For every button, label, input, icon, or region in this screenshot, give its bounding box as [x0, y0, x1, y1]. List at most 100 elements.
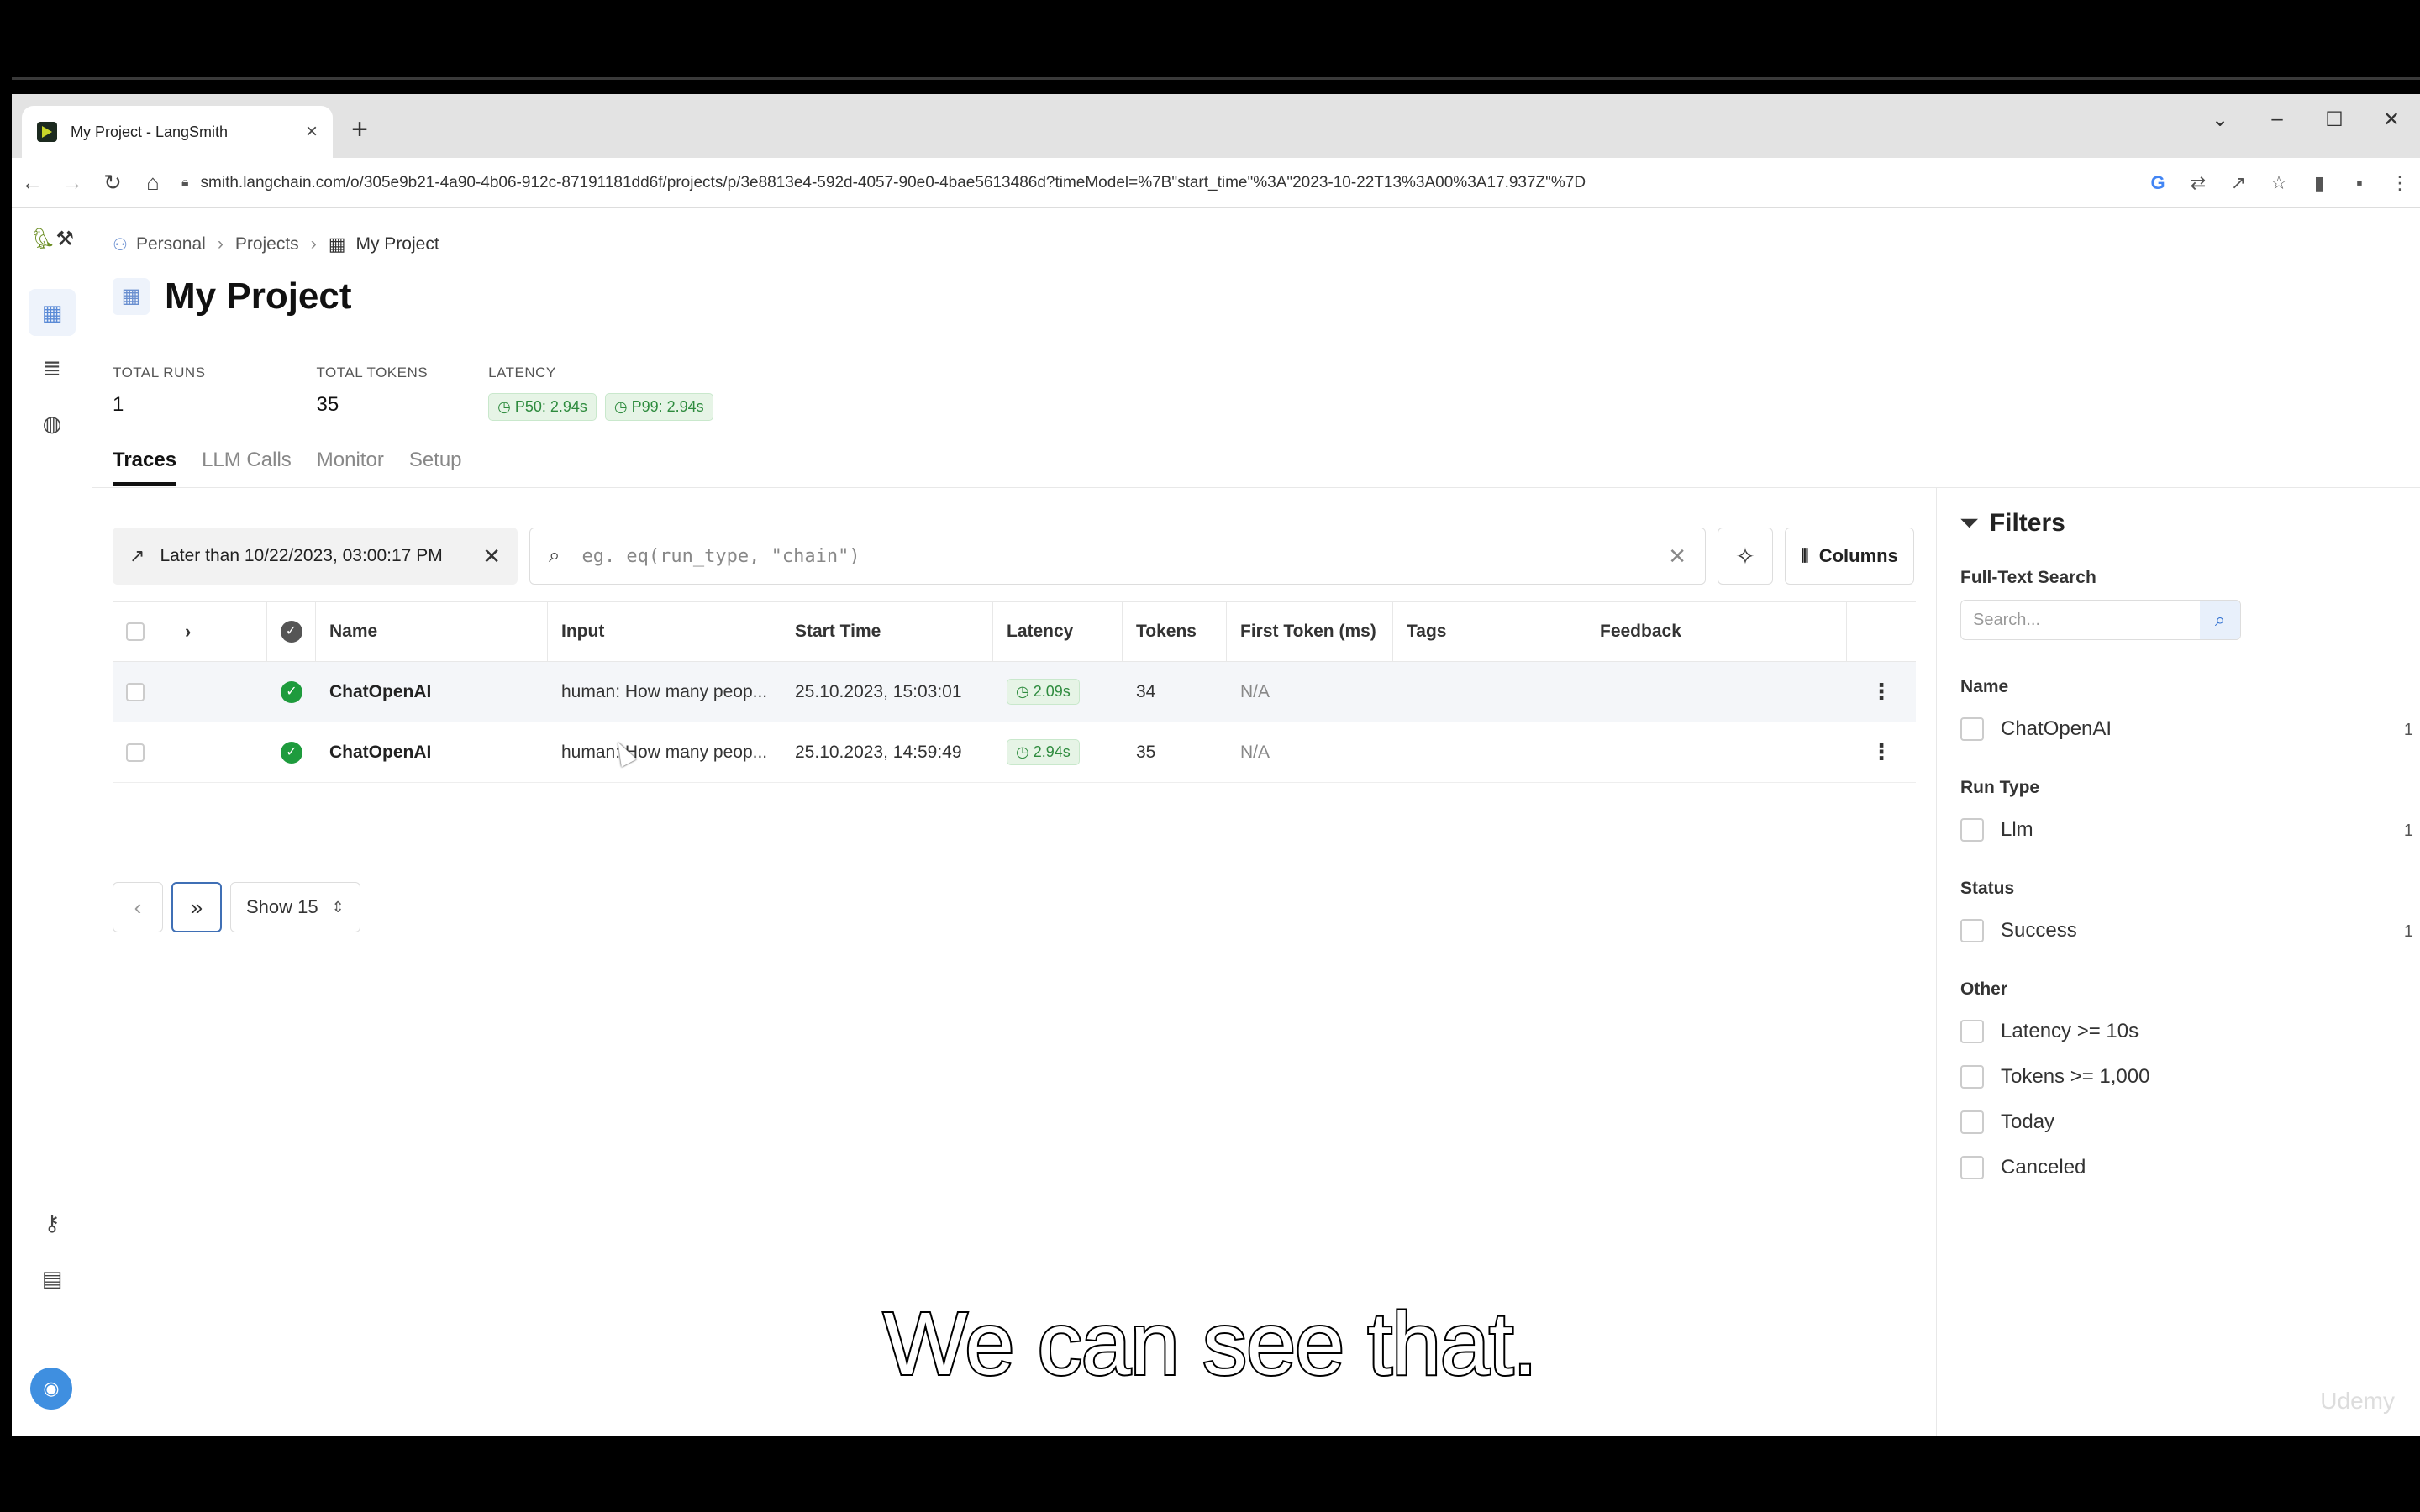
filter-query-input[interactable]: ⌕ eg. eq(run_type, "chain") ✕: [529, 528, 1706, 585]
traces-table: › ✓ Name Input Start Time Latency Tokens…: [113, 601, 1916, 783]
api-key-icon[interactable]: ⚷: [29, 1200, 76, 1247]
row-menu-icon[interactable]: ⋮: [1870, 739, 1892, 765]
new-tab-button[interactable]: +: [339, 109, 380, 150]
browser-tab[interactable]: My Project - LangSmith ×: [22, 106, 333, 158]
canceled-filter-checkbox[interactable]: [1960, 1156, 1984, 1179]
tokens-filter-checkbox[interactable]: [1960, 1065, 1984, 1089]
page-size-label: Show 15: [246, 896, 318, 917]
status-filter-checkbox[interactable]: [1960, 919, 1984, 942]
columns-button[interactable]: ⦀ Columns: [1785, 528, 1914, 585]
expand-chevron-icon[interactable]: ›: [185, 621, 191, 643]
browser-menu-icon[interactable]: ⋮: [2380, 172, 2420, 194]
tab-close-icon[interactable]: ×: [306, 120, 318, 144]
header-start-time[interactable]: Start Time: [781, 602, 993, 661]
forward-button[interactable]: →: [52, 170, 92, 196]
reload-button[interactable]: ↻: [92, 170, 133, 196]
header-first-token[interactable]: First Token (ms): [1227, 602, 1393, 661]
pagination: ‹ » Show 15 ⇕: [113, 882, 360, 932]
row-name[interactable]: ChatOpenAI: [316, 662, 548, 722]
tab-search-icon[interactable]: ⌄: [2191, 108, 2249, 132]
back-button[interactable]: ←: [12, 170, 52, 196]
name-filter-option-label: ChatOpenAI: [2001, 717, 2112, 740]
p99-badge: ◷ P99: 2.94s: [604, 393, 713, 421]
tab-setup[interactable]: Setup: [409, 449, 462, 486]
row-menu-icon[interactable]: ⋮: [1870, 679, 1892, 705]
tokens-filter-option[interactable]: Tokens >= 1,000: [1960, 1065, 2149, 1089]
projects-nav-icon[interactable]: ▦: [29, 289, 76, 336]
header-feedback[interactable]: Feedback: [1586, 602, 1847, 661]
breadcrumb-projects[interactable]: Projects: [235, 234, 299, 255]
row-latency: 2.94s: [1033, 743, 1071, 760]
header-tags[interactable]: Tags: [1393, 602, 1586, 661]
header-input[interactable]: Input: [548, 602, 781, 661]
header-name[interactable]: Name: [316, 602, 548, 661]
table-row[interactable]: ✓ ChatOpenAI human: How many peop... 25.…: [113, 662, 1916, 722]
today-filter-option[interactable]: Today: [1960, 1110, 2054, 1134]
close-window-button[interactable]: ✕: [2363, 108, 2420, 132]
search-submit-icon[interactable]: ⌕: [2200, 601, 2240, 639]
datasets-nav-icon[interactable]: ≣: [29, 344, 76, 391]
other-filter-label: Other: [1960, 979, 2008, 999]
browser-tab-title: My Project - LangSmith: [71, 123, 229, 140]
minimize-button[interactable]: –: [2249, 108, 2306, 131]
latency-stat: LATENCY ◷ P50: 2.94s ◷ P99: 2.94s: [488, 365, 722, 421]
status-header: ✓: [267, 602, 316, 661]
name-filter-label: Name: [1960, 677, 2009, 696]
latency-filter-checkbox[interactable]: [1960, 1020, 1984, 1043]
translate-icon[interactable]: ⇄: [2178, 172, 2218, 194]
magic-wand-button[interactable]: ✧: [1718, 528, 1773, 585]
today-filter-checkbox[interactable]: [1960, 1110, 1984, 1134]
url-field[interactable]: 🔒︎ smith.langchain.com/o/305e9b21-4a90-4…: [182, 165, 2121, 202]
row-latency: 2.09s: [1033, 683, 1071, 700]
runtype-filter-count: 1: [2403, 822, 2413, 840]
chevron-left-icon: ‹: [134, 894, 142, 920]
status-filter-option[interactable]: Success: [1960, 919, 2077, 942]
hub-globe-icon[interactable]: ◍: [29, 400, 76, 447]
updown-chevron-icon: ⇕: [331, 898, 345, 916]
select-all-checkbox[interactable]: [126, 622, 145, 641]
extension-icon[interactable]: ▪: [2339, 172, 2380, 194]
lock-icon[interactable]: 🔒︎: [182, 176, 189, 191]
tab-llm-calls[interactable]: LLM Calls: [202, 449, 292, 486]
runtype-filter-checkbox[interactable]: [1960, 818, 1984, 842]
bookmark-star-icon[interactable]: ☆: [2259, 172, 2299, 194]
next-page-button[interactable]: »: [171, 882, 222, 932]
clear-query-icon[interactable]: ✕: [1668, 543, 1686, 570]
row-name[interactable]: ChatOpenAI: [316, 722, 548, 782]
header-tokens[interactable]: Tokens: [1123, 602, 1227, 661]
side-panel-icon[interactable]: ▮: [2299, 172, 2339, 194]
name-filter-checkbox[interactable]: [1960, 717, 1984, 741]
date-filter-chip[interactable]: ↗ Later than 10/22/2023, 03:00:17 PM ✕: [113, 528, 518, 585]
tab-monitor[interactable]: Monitor: [317, 449, 384, 486]
latency-filter-label: Latency >= 10s: [2001, 1020, 2139, 1042]
header-latency[interactable]: Latency: [993, 602, 1123, 661]
row-tags: [1393, 662, 1586, 722]
breadcrumb-personal[interactable]: Personal: [136, 234, 206, 255]
prev-page-button[interactable]: ‹: [113, 882, 163, 932]
home-button[interactable]: ⌂: [133, 170, 173, 196]
name-filter-option[interactable]: ChatOpenAI: [1960, 717, 2112, 741]
row-checkbox[interactable]: [126, 682, 145, 701]
runtype-filter-option[interactable]: Llm: [1960, 818, 2033, 842]
filters-content: ⏷ Filters Full-Text Search Search... ⌕ N…: [1937, 487, 2420, 1193]
status-filter-label: Status: [1960, 879, 2015, 898]
table-row[interactable]: ✓ ChatOpenAI human: How many peop... 25.…: [113, 722, 1916, 783]
row-feedback: [1586, 662, 1847, 722]
fulltext-search-field[interactable]: Search... ⌕: [1960, 600, 2241, 640]
left-rail: 🦜︎⚒︎ ▦ ≣ ◍ ⚷ ▤ ◉: [12, 208, 92, 1436]
canceled-filter-label: Canceled: [2001, 1156, 2086, 1179]
row-first-token: N/A: [1240, 742, 1270, 762]
maximize-button[interactable]: ☐: [2306, 108, 2363, 132]
header-actions: [1847, 602, 1916, 661]
page-size-select[interactable]: Show 15 ⇕: [230, 882, 360, 932]
search-icon: ⌕: [549, 544, 560, 567]
latency-filter-option[interactable]: Latency >= 10s: [1960, 1020, 2139, 1043]
clear-date-filter-icon[interactable]: ✕: [482, 543, 501, 570]
share-icon[interactable]: ↗: [2218, 172, 2259, 194]
row-checkbox[interactable]: [126, 743, 145, 762]
row-actions-cell: ⋮: [1847, 662, 1916, 722]
google-icon[interactable]: G: [2138, 172, 2178, 194]
tab-traces[interactable]: Traces: [113, 449, 177, 486]
canceled-filter-option[interactable]: Canceled: [1960, 1156, 2086, 1179]
langsmith-logo-icon[interactable]: 🦜︎⚒︎: [30, 227, 74, 251]
